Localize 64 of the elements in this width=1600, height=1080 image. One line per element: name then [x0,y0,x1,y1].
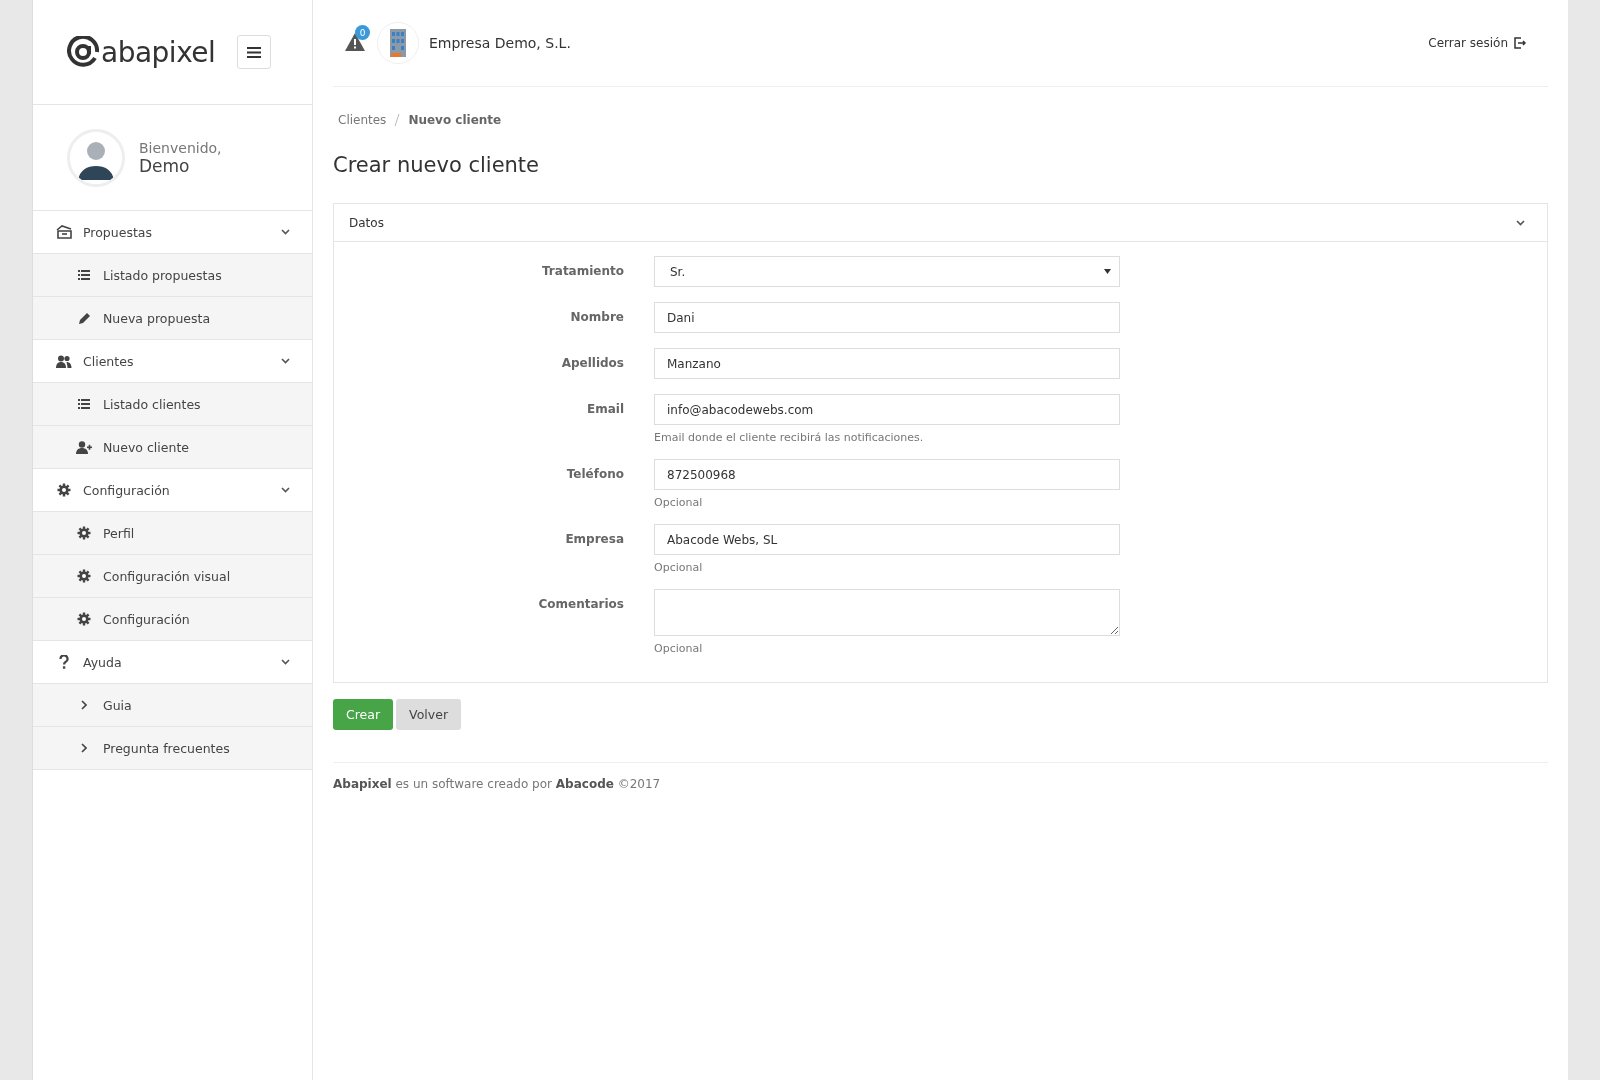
back-button[interactable]: Volver [396,699,462,730]
avatar-icon [67,128,125,187]
chevron-down-icon [281,659,290,665]
help-text: Opcional [654,496,704,509]
user-name: Demo [139,155,191,176]
menu-item[interactable]: Nuevo cliente [33,426,312,469]
chevron-down-icon [281,229,290,235]
breadcrumb-link[interactable]: Clientes [338,113,387,127]
menu-item[interactable]: Perfil [33,512,312,555]
chevron-down-icon [1516,219,1525,226]
caret-icon [1104,269,1111,274]
chevron-down-icon [281,358,290,364]
menu-item[interactable]: Configuración [33,598,312,641]
gear-icon [77,612,91,626]
page-title: Crear nuevo cliente [333,153,541,177]
menu-button[interactable] [237,35,272,69]
menu-item[interactable]: Listado propuestas [33,254,312,297]
menu-item[interactable]: Configuración visual [33,555,312,598]
company-name: Empresa Demo, S.L. [429,35,572,51]
logo-text: abapixel [101,35,216,69]
select-field[interactable]: Sr. [654,256,1120,287]
question-mark-icon [59,655,69,669]
menu-item[interactable]: Nueva propuesta [33,297,312,340]
slash-separator-icon [394,114,401,126]
notification-badge: 0 [355,25,370,40]
users-icon [56,354,72,368]
chevron-right-icon [81,743,87,753]
logout-link[interactable]: Cerrar sesión [1428,36,1526,50]
gear-icon [77,569,91,583]
field-label: Teléfono [565,466,625,483]
field-label: Empresa [564,531,625,548]
field-label: Comentarios [537,596,625,613]
user-plus-icon [76,440,92,454]
menu-item[interactable]: Guia [33,684,312,727]
menu-icon [247,46,262,58]
input-field[interactable]: Abacode Webs, SL [654,524,1120,555]
panel-header[interactable]: Datos [334,204,1547,242]
field-label: Email [585,401,625,418]
help-text: Opcional [654,561,704,574]
input-field[interactable]: info@abacodewebs.com [654,394,1120,425]
menu-item[interactable]: Listado clientes [33,383,312,426]
textarea-field[interactable] [654,589,1120,636]
list-icon [78,270,90,280]
chevron-right-icon [81,700,87,710]
input-field[interactable]: Manzano [654,348,1120,379]
footer-text: Abapixel es un software creado por Abacode ©2017 [333,777,661,791]
input-field[interactable]: Dani [654,302,1120,333]
menu-item[interactable]: Pregunta frecuentes [33,727,312,770]
at-sign-icon [67,36,99,68]
field-label: Nombre [569,309,625,326]
breadcrumb-current: Nuevo cliente [408,113,502,127]
input-field[interactable]: 872500968 [654,459,1120,490]
help-text: Opcional [654,642,704,655]
pencil-icon [77,311,91,325]
gear-icon [57,483,71,497]
welcome-text: Bienvenido, [139,139,222,156]
help-text: Email donde el cliente recibirá las notificaciones. [654,431,925,444]
field-label: Apellidos [560,355,625,372]
chevron-down-icon [281,487,290,493]
field-label: Tratamiento [541,263,625,280]
list-icon [78,399,90,409]
gear-icon [77,526,91,540]
logout-icon [1514,37,1526,49]
inbox-icon [55,225,73,239]
